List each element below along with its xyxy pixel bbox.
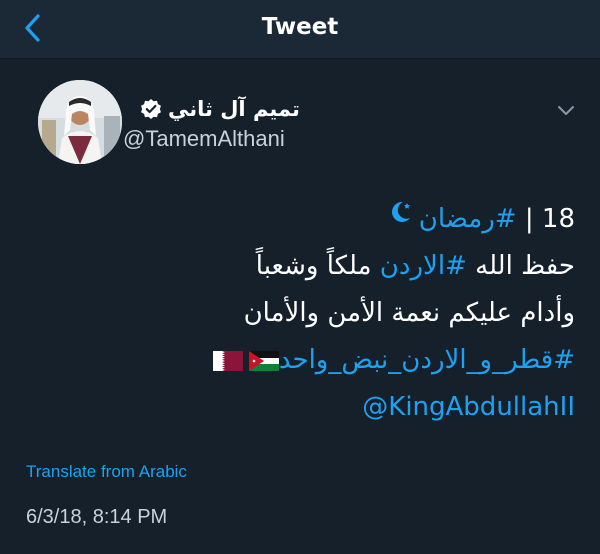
top-bar: Tweet bbox=[0, 0, 600, 59]
tweet-line-2-suffix: ملكاً وشعباً bbox=[255, 251, 372, 281]
tweet-line-2: حفظ الله #الاردن ملكاً وشعباً bbox=[150, 243, 575, 290]
mention-king-abdullah[interactable]: @KingAbdullahII bbox=[362, 392, 575, 422]
tweet-line-1: 18 | #رمضان bbox=[150, 196, 575, 243]
tweet-line-3: وأدام عليكم نعمة الأمن والأمان bbox=[243, 298, 575, 328]
page-title: Tweet bbox=[261, 14, 339, 40]
author-display-name[interactable]: تميم آل ثاني bbox=[168, 97, 300, 121]
author-handle[interactable]: @TamemAlthani bbox=[123, 126, 285, 152]
hashtag-jordan[interactable]: #الاردن bbox=[380, 251, 467, 281]
verified-badge-icon bbox=[140, 98, 162, 120]
hashtag-ramadan[interactable]: #رمضان bbox=[419, 204, 517, 234]
tweet-text: 18 | #رمضان حفظ الله #الاردن ملكاً وشعبا… bbox=[150, 196, 575, 431]
chevron-down-icon[interactable] bbox=[554, 98, 578, 122]
tweet-line-2-prefix: حفظ الله bbox=[475, 251, 575, 281]
hashtag-qatar-jordan[interactable]: #قطر_و_الاردن_نبض_واحد bbox=[279, 345, 575, 375]
tweet-number: 18 | bbox=[524, 204, 575, 234]
chevron-left-icon[interactable] bbox=[16, 10, 52, 46]
tweet-timestamp: 6/3/18, 8:14 PM bbox=[26, 506, 168, 528]
tweet-line-5: @KingAbdullahII bbox=[150, 384, 575, 431]
tweet-line-4: #قطر_و_الاردن_نبض_واحد bbox=[150, 337, 575, 384]
avatar[interactable] bbox=[38, 80, 122, 164]
qatar-flag-icon bbox=[212, 350, 243, 371]
author-name-row: تميم آل ثاني bbox=[140, 93, 300, 125]
jordan-flag-icon bbox=[248, 350, 279, 371]
crescent-moon-icon bbox=[385, 196, 415, 243]
translate-link[interactable]: Translate from Arabic bbox=[26, 462, 187, 482]
